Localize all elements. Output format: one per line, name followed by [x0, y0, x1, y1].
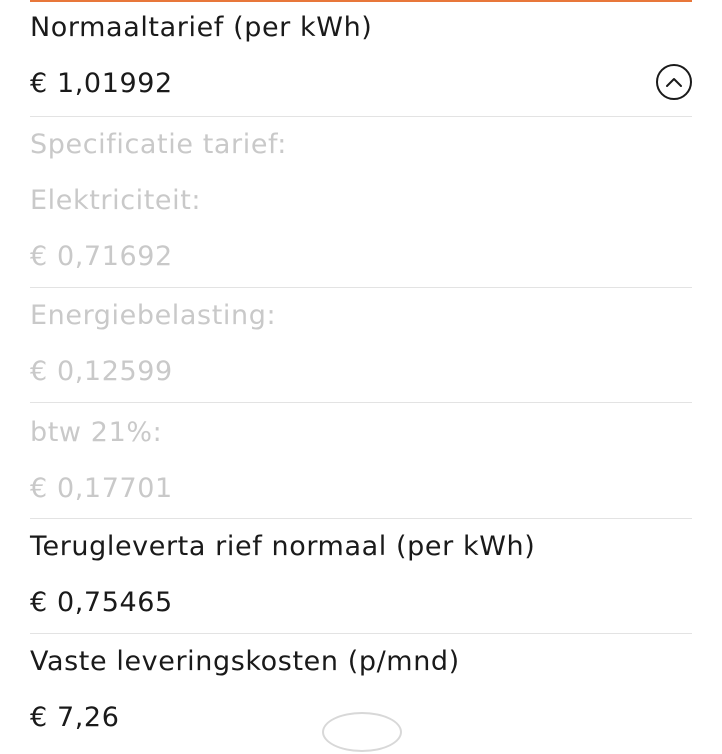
scroll-hint-button[interactable] [322, 712, 402, 752]
energy-tax-row: Energiebelasting: € 0,12599 [30, 288, 692, 403]
tariff-details-list: Normaaltarief (per kWh) € 1,01992 Specif… [30, 0, 692, 754]
energy-tax-value: € 0,12599 [30, 356, 173, 387]
fixed-costs-value: € 7,26 [30, 702, 120, 733]
return-rate-value: € 0,75465 [30, 587, 173, 618]
energy-tax-label: Energiebelasting: [30, 300, 277, 331]
return-rate-row: Terugleverta rief normaal (per kWh) € 0,… [30, 519, 692, 634]
chevron-up-icon[interactable] [656, 64, 692, 100]
electricity-value: € 0,71692 [30, 241, 173, 272]
fixed-costs-label: Vaste leveringskosten (p/mnd) [30, 646, 460, 677]
vat-value: € 0,17701 [30, 473, 173, 504]
specification-heading: Specificatie tarief: [30, 129, 287, 160]
electricity-label: Elektriciteit: [30, 185, 202, 216]
normal-rate-label: Normaaltarief (per kWh) [30, 12, 373, 43]
specification-electricity-row: Specificatie tarief: Elektriciteit: € 0,… [30, 117, 692, 288]
normal-rate-row[interactable]: Normaaltarief (per kWh) € 1,01992 [30, 0, 692, 117]
vat-label: btw 21%: [30, 417, 163, 448]
normal-rate-value: € 1,01992 [30, 68, 173, 99]
return-rate-label: Terugleverta rief normaal (per kWh) [30, 531, 536, 562]
chevron-up-icon-glyph [666, 78, 682, 87]
vat-row: btw 21%: € 0,17701 [30, 403, 692, 519]
